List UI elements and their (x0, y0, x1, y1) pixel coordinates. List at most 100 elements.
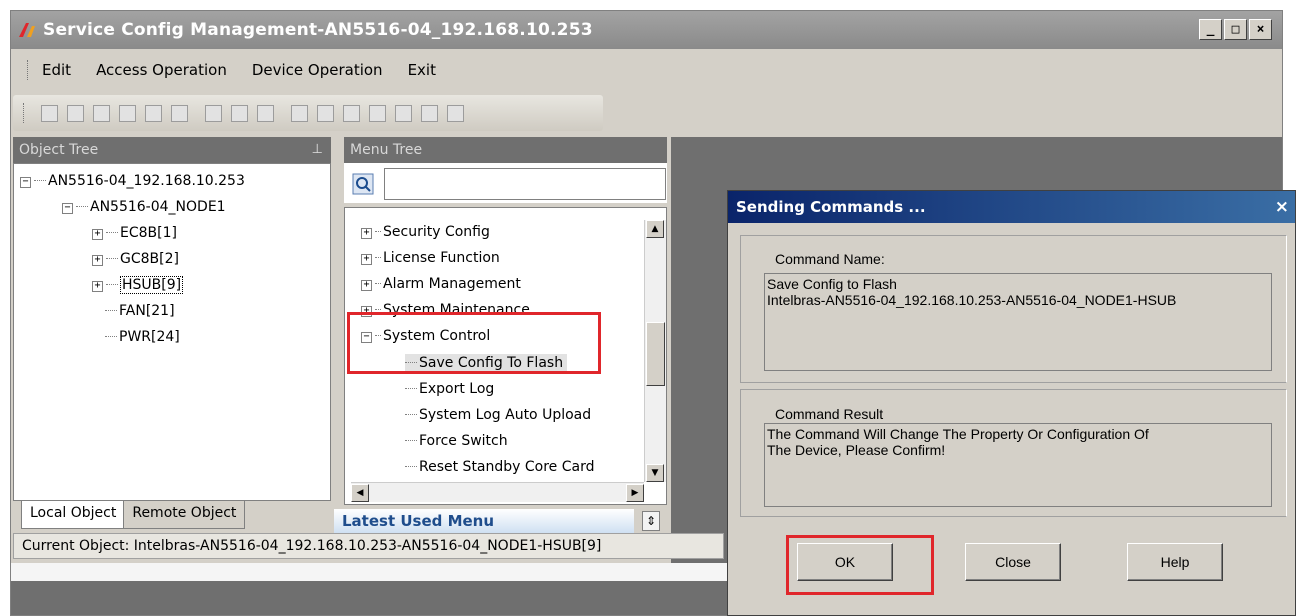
toolbar-icon[interactable] (392, 102, 414, 124)
expand-icon[interactable]: + (92, 281, 103, 292)
close-icon[interactable]: × (1249, 19, 1272, 40)
toolbar-grip (23, 103, 26, 123)
toolbar-icon[interactable] (288, 102, 310, 124)
tree-card[interactable]: PWR[24] (105, 328, 180, 346)
separator-strip (11, 563, 741, 581)
menu-item[interactable]: + Alarm Management (361, 275, 521, 293)
minimize-icon[interactable]: _ (1199, 19, 1222, 40)
menu-item-label: Security Config (383, 224, 490, 240)
command-name-field: Save Config to Flash Intelbras-AN5516-04… (764, 273, 1272, 371)
collapse-icon[interactable]: − (62, 203, 73, 214)
menu-item[interactable]: System Log Auto Upload (405, 406, 591, 424)
toolbar-icon[interactable] (116, 102, 138, 124)
search-icon[interactable] (351, 171, 375, 197)
command-result-label: Command Result (775, 406, 884, 422)
menu-edit[interactable]: Edit (42, 61, 71, 79)
menu-item-label: Alarm Management (383, 276, 521, 292)
dialog-title: Sending Commands ... (736, 198, 926, 216)
collapse-icon[interactable]: − (20, 177, 31, 188)
expand-icon[interactable]: + (361, 280, 372, 291)
toolbar-icon[interactable] (340, 102, 362, 124)
expand-icon[interactable]: + (361, 254, 372, 265)
toolbar-icon[interactable] (38, 102, 60, 124)
scroll-up-icon[interactable]: ▲ (646, 220, 664, 238)
menu-tree-header: Menu Tree (344, 137, 667, 163)
command-result-field: The Command Will Change The Property Or … (764, 423, 1272, 507)
menu-item-label: System Log Auto Upload (419, 407, 592, 423)
toolbar-icon[interactable] (366, 102, 388, 124)
tree-card-label: FAN[21] (119, 303, 175, 319)
tab-local-object[interactable]: Local Object (21, 501, 126, 529)
dialog-title-bar[interactable]: Sending Commands ... × (728, 191, 1295, 223)
expand-toggle-icon[interactable]: ⇕ (642, 511, 660, 531)
latest-used-menu[interactable]: Latest Used Menu (334, 509, 634, 533)
menu-search-input[interactable] (384, 168, 666, 200)
tree-card-label: PWR[24] (119, 329, 180, 345)
app-logo-icon (19, 23, 35, 37)
command-result-line: The Device, Please Confirm! (767, 442, 946, 458)
menu-item-label: Force Switch (419, 433, 508, 449)
expand-icon[interactable]: + (361, 228, 372, 239)
menu-device-operation[interactable]: Device Operation (252, 61, 383, 79)
object-tabs: Local Object Remote Object (21, 501, 246, 529)
menu-item[interactable]: Force Switch (405, 432, 508, 450)
toolbar-icon[interactable] (314, 102, 336, 124)
toolbar-icon[interactable] (444, 102, 466, 124)
scroll-down-icon[interactable]: ▼ (646, 464, 664, 482)
expand-icon[interactable]: + (92, 229, 103, 240)
tree-card-label: GC8B[2] (120, 251, 179, 267)
toolbar-icon[interactable] (64, 102, 86, 124)
menu-item-label: License Function (383, 250, 500, 266)
scroll-right-icon[interactable]: ▶ (626, 484, 644, 502)
menu-access-operation[interactable]: Access Operation (96, 61, 227, 79)
object-tree-title: Object Tree (19, 142, 99, 158)
status-bar: Current Object: Intelbras-AN5516-04_192.… (13, 533, 724, 559)
expand-icon[interactable]: + (92, 255, 103, 266)
tree-card-selected[interactable]: + HSUB[9] (92, 276, 184, 294)
menu-horizontal-scrollbar[interactable]: ◀ ▶ (351, 482, 644, 502)
highlight-box (347, 312, 601, 374)
command-name-line: Intelbras-AN5516-04_192.168.10.253-AN551… (767, 292, 1177, 308)
command-name-label: Command Name: (775, 251, 885, 267)
menu-item-label: Reset Standby Core Card (419, 459, 595, 475)
menu-exit[interactable]: Exit (408, 61, 436, 79)
tree-card[interactable]: + GC8B[2] (92, 250, 179, 268)
tree-card[interactable]: + EC8B[1] (92, 224, 177, 242)
tree-card[interactable]: FAN[21] (105, 302, 175, 320)
command-name-line: Save Config to Flash (767, 276, 897, 292)
object-tree: − AN5516-04_192.168.10.253 − AN5516-04_NOD… (13, 163, 331, 501)
tree-root[interactable]: − AN5516-04_192.168.10.253 (20, 172, 245, 190)
toolbar-icon[interactable] (202, 102, 224, 124)
menu-item[interactable]: + Security Config (361, 223, 490, 241)
ok-highlight-box (786, 535, 934, 595)
toolbar-icon[interactable] (228, 102, 250, 124)
toolbar-icon[interactable] (142, 102, 164, 124)
toolbar-icon[interactable] (90, 102, 112, 124)
command-result-line: The Command Will Change The Property Or … (767, 426, 1149, 442)
scroll-thumb[interactable] (646, 322, 665, 386)
menu-vertical-scrollbar[interactable]: ▲ ▼ (644, 220, 666, 482)
help-button[interactable]: Help (1127, 543, 1223, 581)
toolbar-icon[interactable] (168, 102, 190, 124)
close-button[interactable]: Close (965, 543, 1061, 581)
tree-card-label: HSUB[9] (120, 276, 184, 294)
scroll-left-icon[interactable]: ◀ (351, 484, 369, 502)
menu-tree-title: Menu Tree (350, 142, 423, 158)
menu-item[interactable]: + License Function (361, 249, 500, 267)
close-icon[interactable]: × (1275, 191, 1289, 223)
tree-node-label: AN5516-04_NODE1 (90, 199, 226, 215)
tab-remote-object[interactable]: Remote Object (123, 501, 246, 529)
menu-grip (27, 60, 30, 80)
toolbar-icon[interactable] (418, 102, 440, 124)
tree-root-label: AN5516-04_192.168.10.253 (48, 173, 245, 189)
tree-node[interactable]: − AN5516-04_NODE1 (62, 198, 226, 216)
toolbar-icon[interactable] (254, 102, 276, 124)
object-tree-header: Object Tree ⊥ (13, 137, 331, 163)
title-bar[interactable]: Service Config Management-AN5516-04_192.… (11, 11, 1282, 49)
pin-icon[interactable]: ⊥ (312, 137, 323, 163)
menu-item[interactable]: Export Log (405, 380, 494, 398)
tree-card-label: EC8B[1] (120, 225, 177, 241)
menu-item[interactable]: Reset Standby Core Card (405, 458, 595, 476)
maximize-icon[interactable]: □ (1224, 19, 1247, 40)
window-title: Service Config Management-AN5516-04_192.… (43, 20, 593, 40)
